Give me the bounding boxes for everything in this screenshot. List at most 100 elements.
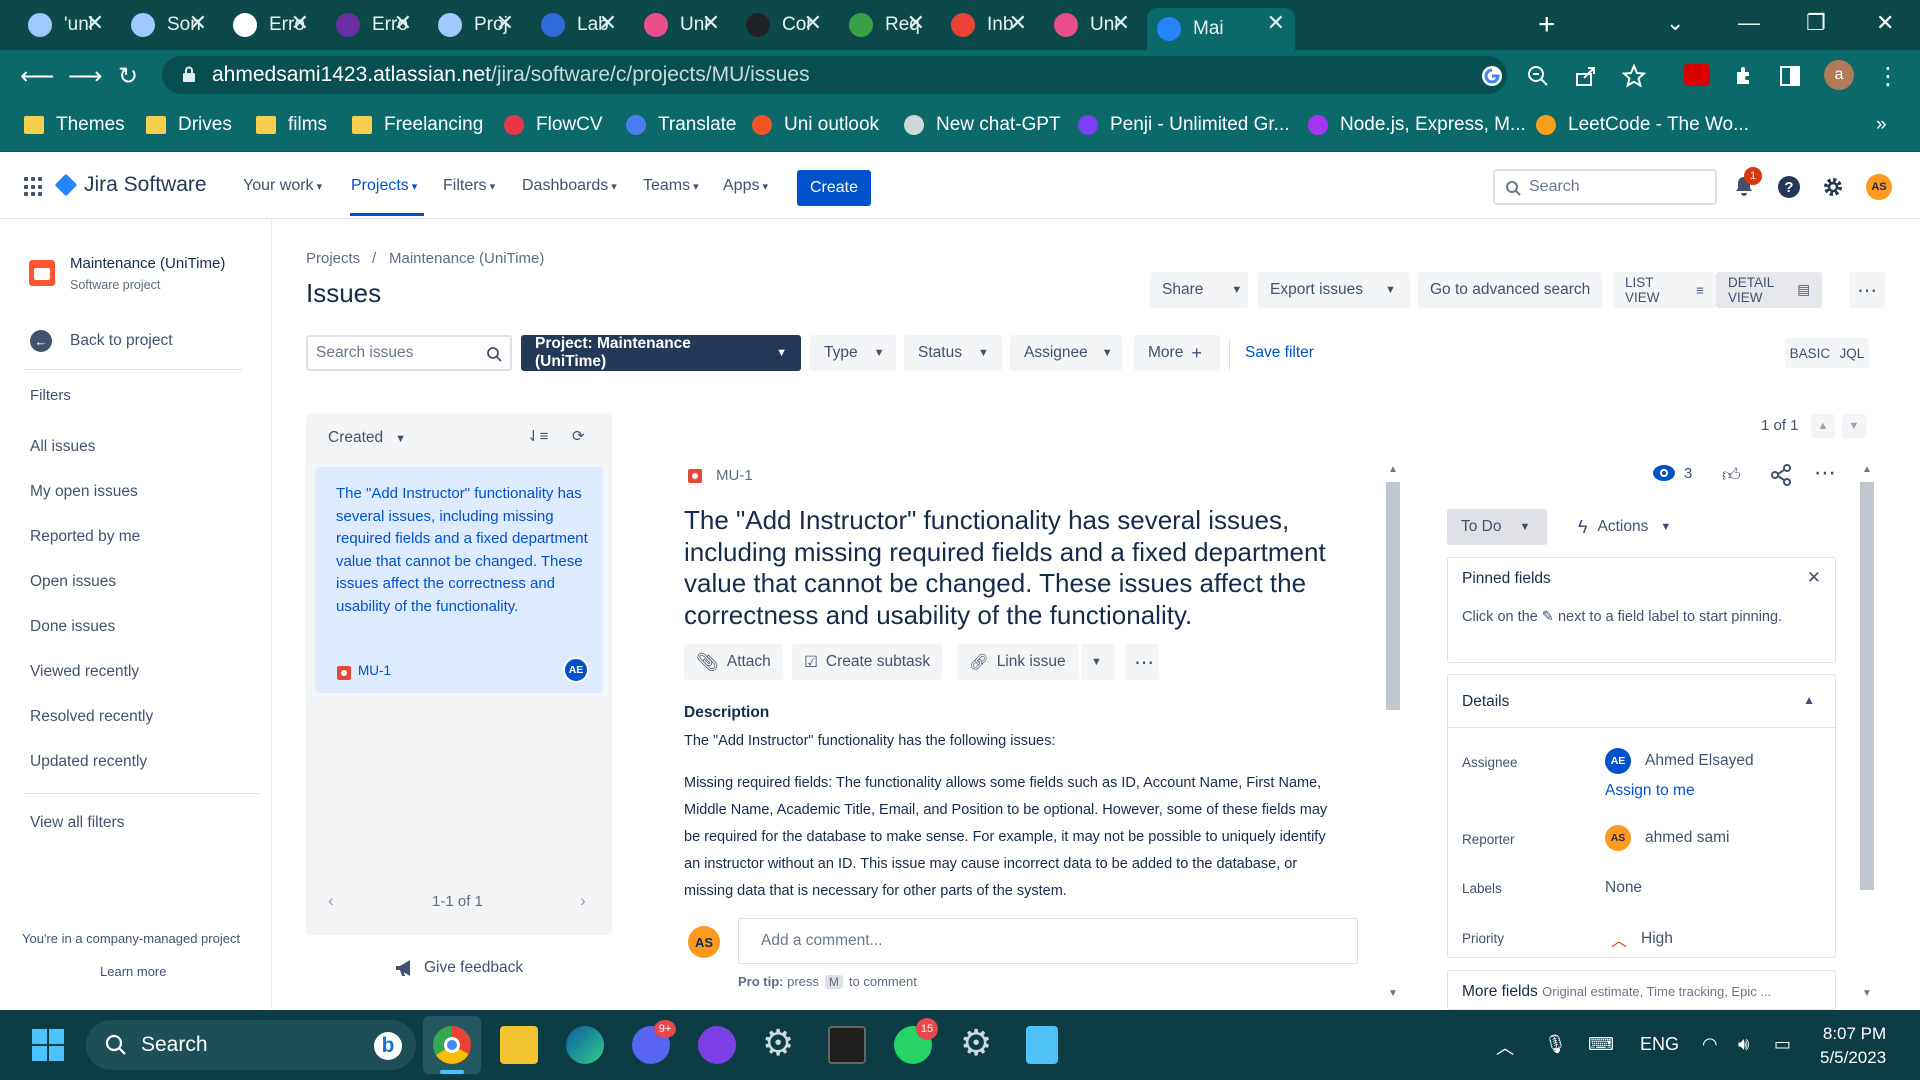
previous-issue-button[interactable]: ▲ — [1811, 414, 1835, 438]
share-icon[interactable] — [1770, 464, 1792, 486]
close-tab-icon[interactable]: ✕ — [1112, 10, 1130, 36]
profile-avatar[interactable]: a — [1824, 60, 1854, 90]
google-lens-icon[interactable] — [1480, 64, 1504, 88]
like-thumbs-up-icon[interactable]: 👍︎ — [1722, 464, 1741, 486]
link-issue-button[interactable]: 🔗︎ Link issue — [957, 644, 1079, 680]
assignee-field[interactable]: AE Ahmed Elsayed — [1605, 748, 1754, 774]
basic-mode-button[interactable]: BASIC — [1790, 346, 1831, 361]
close-window-button[interactable]: ✕ — [1876, 10, 1894, 36]
close-tab-icon[interactable]: ✕ — [804, 10, 822, 36]
close-tab-icon[interactable]: ✕ — [1009, 10, 1027, 36]
save-filter-button[interactable]: Save filter — [1245, 344, 1314, 362]
bookmark-item[interactable]: FlowCV — [504, 114, 603, 136]
project-filter-button[interactable]: Project: Maintenance (UniTime) ▼ — [521, 335, 801, 371]
issue-key-link[interactable]: MU-1 — [716, 467, 753, 484]
bookmark-item[interactable]: Uni outlook — [752, 114, 879, 136]
close-tab-icon[interactable]: ✕ — [907, 10, 925, 36]
nav-projects[interactable]: Projects ▾ — [351, 177, 417, 195]
add-comment-input[interactable]: Add a comment... — [738, 918, 1358, 964]
more-filters-button[interactable]: More + — [1134, 335, 1220, 371]
browser-tab[interactable]: Inb ✕ — [941, 8, 1037, 42]
more-actions-icon[interactable]: ⋯ — [1125, 644, 1159, 680]
reload-icon[interactable]: ↻ — [118, 62, 138, 91]
battery-icon[interactable]: ▭ — [1774, 1034, 1791, 1055]
scrollbar-thumb[interactable] — [1860, 482, 1874, 890]
new-tab-button[interactable]: + — [1538, 8, 1556, 42]
browser-tab[interactable]: 'uni ✕ — [18, 8, 114, 42]
nav-filters[interactable]: Filters ▾ — [443, 177, 495, 195]
sort-by-created-button[interactable]: Created ▼ — [328, 429, 406, 447]
back-arrow-icon[interactable]: ⟵ — [20, 62, 54, 91]
search-issues-input[interactable]: Search issues — [306, 335, 512, 371]
edge-icon[interactable] — [566, 1026, 604, 1064]
link-issue-dropdown[interactable]: ▼ — [1081, 644, 1115, 680]
issue-card-key[interactable]: MU-1 — [358, 663, 391, 678]
learn-more-link[interactable]: Learn more — [100, 964, 166, 979]
filter-resolved-recently[interactable]: Resolved recently — [30, 708, 153, 726]
filter-open-issues[interactable]: Open issues — [30, 573, 116, 591]
view-all-filters-link[interactable]: View all filters — [30, 814, 124, 832]
windows-start-icon[interactable] — [32, 1029, 64, 1061]
nav-teams[interactable]: Teams ▾ — [643, 177, 699, 195]
issue-card[interactable]: The "Add Instructor" functionality has s… — [315, 467, 603, 693]
chrome-icon[interactable] — [433, 1026, 471, 1064]
next-issue-button[interactable]: ▼ — [1842, 414, 1866, 438]
bookmark-item[interactable]: LeetCode - The Wo... — [1536, 114, 1749, 136]
prev-page-icon[interactable]: ‹ — [328, 891, 334, 911]
app-switcher-icon[interactable] — [24, 177, 44, 197]
wifi-icon[interactable]: ◠ — [1702, 1034, 1718, 1055]
filter-updated-recently[interactable]: Updated recently — [30, 753, 147, 771]
restore-button[interactable]: ❐ — [1806, 10, 1826, 36]
status-dropdown[interactable]: To Do ▼ — [1447, 509, 1547, 545]
browser-menu-icon[interactable]: ⋮ — [1876, 62, 1900, 91]
bookmark-star-icon[interactable] — [1622, 64, 1646, 88]
share-page-icon[interactable] — [1574, 64, 1598, 88]
nav-apps[interactable]: Apps ▾ — [723, 177, 768, 195]
scroll-down-icon[interactable]: ▼ — [1388, 988, 1398, 999]
close-tab-icon[interactable]: ✕ — [496, 10, 514, 36]
bookmark-item[interactable]: New chat-GPT — [904, 114, 1061, 136]
browser-tab[interactable]: Erro ✕ — [223, 8, 319, 42]
volume-icon[interactable]: 🔊︎ — [1738, 1034, 1749, 1055]
help-icon[interactable]: ? — [1777, 175, 1801, 199]
bookmark-item[interactable]: Penji - Unlimited Gr... — [1078, 114, 1290, 136]
side-panel-icon[interactable] — [1778, 64, 1802, 88]
minimize-button[interactable]: — — [1738, 10, 1760, 36]
bookmark-item[interactable]: Translate — [626, 114, 737, 136]
scrollbar-thumb[interactable] — [1386, 482, 1400, 710]
give-feedback-button[interactable]: Give feedback — [394, 958, 523, 978]
close-tab-icon[interactable]: ✕ — [394, 10, 412, 36]
filter-my-open-issues[interactable]: My open issues — [30, 483, 138, 501]
detail-view-button[interactable]: DETAIL VIEW ▤ — [1716, 272, 1822, 308]
address-bar[interactable]: ahmedsami1423.atlassian.net/jira/softwar… — [162, 56, 1507, 94]
watchers-button[interactable]: 3 — [1652, 464, 1692, 482]
global-search-input[interactable]: Search — [1493, 169, 1717, 205]
description-intro[interactable]: The "Add Instructor" functionality has t… — [684, 733, 1055, 749]
filter-all-issues[interactable]: All issues — [30, 438, 95, 456]
create-subtask-button[interactable]: ☑ Create subtask — [792, 644, 943, 680]
nav-dashboards[interactable]: Dashboards ▾ — [522, 177, 617, 195]
close-tab-icon[interactable]: ✕ — [189, 10, 207, 36]
language-indicator[interactable]: ENG — [1640, 1034, 1679, 1055]
next-page-icon[interactable]: › — [580, 891, 586, 911]
close-tab-icon[interactable]: ✕ — [599, 10, 617, 36]
terminal-icon[interactable] — [828, 1026, 866, 1064]
browser-tab[interactable]: Lab ✕ — [531, 8, 627, 42]
settings-gear-icon[interactable]: ⚙ — [762, 1022, 800, 1063]
settings-gear-icon[interactable] — [1821, 175, 1845, 199]
advanced-search-button[interactable]: Go to advanced search — [1418, 272, 1603, 308]
scroll-up-icon[interactable]: ▲ — [1388, 464, 1398, 475]
sort-order-icon[interactable]: ⇃≡ — [527, 427, 548, 445]
reporter-field[interactable]: AS ahmed sami — [1605, 825, 1729, 851]
status-filter-button[interactable]: Status ▼ — [904, 335, 1002, 371]
browser-tab[interactable]: Erro ✕ — [326, 8, 422, 42]
filter-viewed-recently[interactable]: Viewed recently — [30, 663, 139, 681]
priority-field[interactable]: ︿ High — [1605, 927, 1673, 951]
microphone-icon[interactable]: 🎙︎ — [1544, 1034, 1567, 1055]
jql-mode-button[interactable]: JQL — [1840, 346, 1865, 361]
description-body[interactable]: Missing required fields: The functionali… — [684, 770, 1340, 900]
file-explorer-icon[interactable] — [500, 1026, 538, 1064]
tab-search-chevron-icon[interactable]: ⌄ — [1666, 10, 1684, 36]
browser-tab[interactable]: Proj ✕ — [428, 8, 524, 42]
scroll-up-icon[interactable]: ▲ — [1862, 464, 1872, 475]
